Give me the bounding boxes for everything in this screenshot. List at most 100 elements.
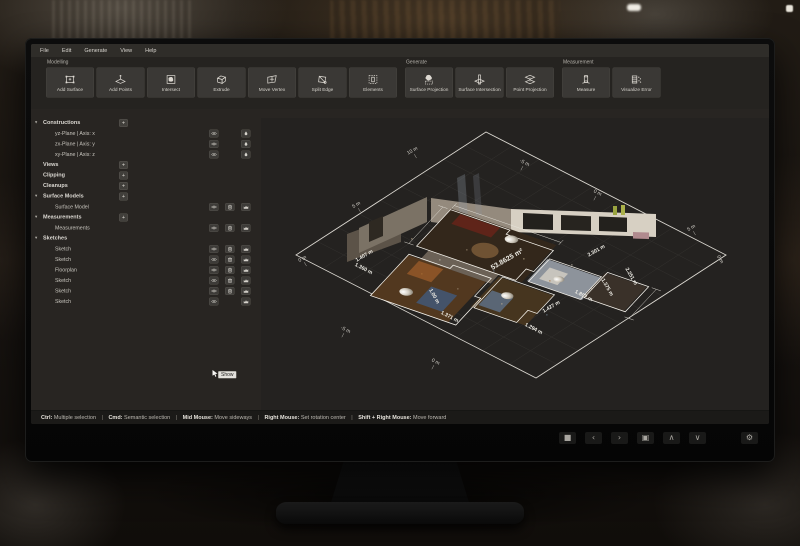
- color-button[interactable]: [241, 140, 251, 148]
- delete-button[interactable]: [225, 203, 235, 211]
- toolbar-button-label: Add Points: [109, 87, 132, 93]
- osd-settings-button[interactable]: ⚙: [741, 432, 758, 444]
- visibility-button[interactable]: [209, 256, 219, 264]
- toolbar-button-split-edge[interactable]: Split Edge: [299, 68, 347, 98]
- add-button[interactable]: +: [119, 119, 128, 127]
- toolbar-button-measure[interactable]: Measure: [562, 68, 610, 98]
- add-button[interactable]: +: [119, 193, 128, 201]
- menu-generate[interactable]: Generate: [84, 48, 107, 54]
- toolbar-button-move-vertex[interactable]: Move Vertex: [248, 68, 296, 98]
- eye-icon: [211, 278, 217, 283]
- toolbar-button-label: Intersect: [162, 87, 180, 93]
- toolbar-button-surface-intersection[interactable]: Surface Intersection: [456, 68, 504, 98]
- eye-icon: [211, 152, 217, 157]
- visibility-button[interactable]: [209, 266, 219, 274]
- expander-icon[interactable]: ▾: [35, 120, 37, 126]
- menu-view[interactable]: View: [120, 48, 132, 54]
- visibility-button[interactable]: [209, 287, 219, 295]
- sidebar-section-constructions[interactable]: ▾ Constructions +: [31, 118, 261, 129]
- add-button[interactable]: +: [119, 172, 128, 180]
- sidebar-section-surface-models[interactable]: ▾ Surface Models +: [31, 192, 261, 203]
- sidebar-item-sketch-2[interactable]: Sketch: [31, 255, 261, 266]
- item-label: Sketch: [55, 246, 71, 252]
- sidebar-item-floorplan[interactable]: Floorplan: [31, 265, 261, 276]
- toolbar-button-add-points[interactable]: Add Points: [97, 68, 145, 98]
- osd-display-button[interactable]: ▣: [637, 432, 654, 444]
- delete-button[interactable]: [225, 287, 235, 295]
- export-button[interactable]: [241, 287, 251, 295]
- add-button[interactable]: +: [119, 214, 128, 222]
- visibility-button[interactable]: [209, 298, 219, 306]
- visibility-button[interactable]: [209, 245, 219, 253]
- viewport-3d[interactable]: 53.8625 m² 2.301 m 2.251 m 1.802 m 1.375…: [261, 118, 769, 410]
- toolbar-button-elements[interactable]: Elements: [349, 68, 397, 98]
- mouse-cursor: [213, 370, 218, 377]
- sidebar-item-zx-plane[interactable]: zx-Plane | Axis: y: [31, 139, 261, 150]
- sidebar-item-xy-plane[interactable]: xy-Plane | Axis: z: [31, 150, 261, 161]
- expander-icon[interactable]: ▾: [35, 193, 37, 199]
- add-button[interactable]: +: [119, 182, 128, 190]
- delete-button[interactable]: [225, 266, 235, 274]
- export-button[interactable]: [241, 245, 251, 253]
- osd-previous-button[interactable]: ‹: [585, 432, 602, 444]
- sidebar-item-sketch-3[interactable]: Sketch: [31, 276, 261, 287]
- surface-projection-icon: [423, 73, 436, 86]
- export-button[interactable]: [241, 266, 251, 274]
- color-button[interactable]: [241, 130, 251, 138]
- toolbar-button-add-surface[interactable]: Add Surface: [46, 68, 94, 98]
- droplet-icon: [243, 152, 249, 157]
- sidebar-item-yz-plane[interactable]: yz-Plane | Axis: x: [31, 129, 261, 140]
- trash-icon: [227, 226, 233, 231]
- item-label: yz-Plane | Axis: x: [55, 131, 95, 137]
- sidebar-section-views[interactable]: Views +: [31, 160, 261, 171]
- color-button[interactable]: [241, 151, 251, 159]
- osd-next-button[interactable]: ›: [611, 432, 628, 444]
- expander-icon[interactable]: ▾: [35, 214, 37, 220]
- delete-button[interactable]: [225, 224, 235, 232]
- item-label: Sketch: [55, 278, 71, 284]
- export-button[interactable]: [241, 298, 251, 306]
- sidebar-section-clipping[interactable]: Clipping +: [31, 171, 261, 182]
- export-button[interactable]: [241, 256, 251, 264]
- toolbar-button-intersect[interactable]: Intersect: [147, 68, 195, 98]
- sidebar-item-measurements[interactable]: Measurements: [31, 223, 261, 234]
- export-icon: [243, 205, 249, 210]
- sidebar-section-sketches[interactable]: ▾ Sketches: [31, 234, 261, 245]
- visibility-button[interactable]: [209, 151, 219, 159]
- export-button[interactable]: [241, 277, 251, 285]
- visibility-button[interactable]: [209, 203, 219, 211]
- eye-icon: [211, 142, 217, 147]
- separator: |: [258, 414, 259, 420]
- extrude-icon: [215, 73, 228, 86]
- osd-down-button[interactable]: ∨: [689, 432, 706, 444]
- toolbar-button-label: Measure: [577, 87, 595, 93]
- sidebar-section-cleanups[interactable]: Cleanups +: [31, 181, 261, 192]
- visibility-button[interactable]: [209, 224, 219, 232]
- delete-button[interactable]: [225, 256, 235, 264]
- sidebar-item-sketch-4[interactable]: Sketch: [31, 286, 261, 297]
- eye-icon: [211, 247, 217, 252]
- add-button[interactable]: +: [119, 161, 128, 169]
- sidebar-section-measurements[interactable]: ▾ Measurements +: [31, 213, 261, 224]
- add-surface-icon: [64, 73, 77, 86]
- toolbar-button-point-projection[interactable]: Point Projection: [506, 68, 554, 98]
- visibility-button[interactable]: [209, 277, 219, 285]
- sidebar-item-surface-model[interactable]: Surface Model: [31, 202, 261, 213]
- sidebar-item-sketch-1[interactable]: Sketch: [31, 244, 261, 255]
- delete-button[interactable]: [225, 277, 235, 285]
- toolbar-button-extrude[interactable]: Extrude: [198, 68, 246, 98]
- menu-help[interactable]: Help: [145, 48, 156, 54]
- toolbar-button-visualize-error[interactable]: Visualize Error: [613, 68, 661, 98]
- osd-up-button[interactable]: ∧: [663, 432, 680, 444]
- toolbar-button-surface-projection[interactable]: Surface Projection: [405, 68, 453, 98]
- delete-button[interactable]: [225, 245, 235, 253]
- export-button[interactable]: [241, 224, 251, 232]
- osd-stop-button[interactable]: ■: [559, 432, 576, 444]
- visibility-button[interactable]: [209, 140, 219, 148]
- menu-edit[interactable]: Edit: [62, 48, 71, 54]
- sidebar-item-sketch-5[interactable]: Sketch: [31, 297, 261, 308]
- expander-icon[interactable]: ▾: [35, 235, 37, 241]
- menu-file[interactable]: File: [40, 48, 49, 54]
- export-button[interactable]: [241, 203, 251, 211]
- visibility-button[interactable]: [209, 130, 219, 138]
